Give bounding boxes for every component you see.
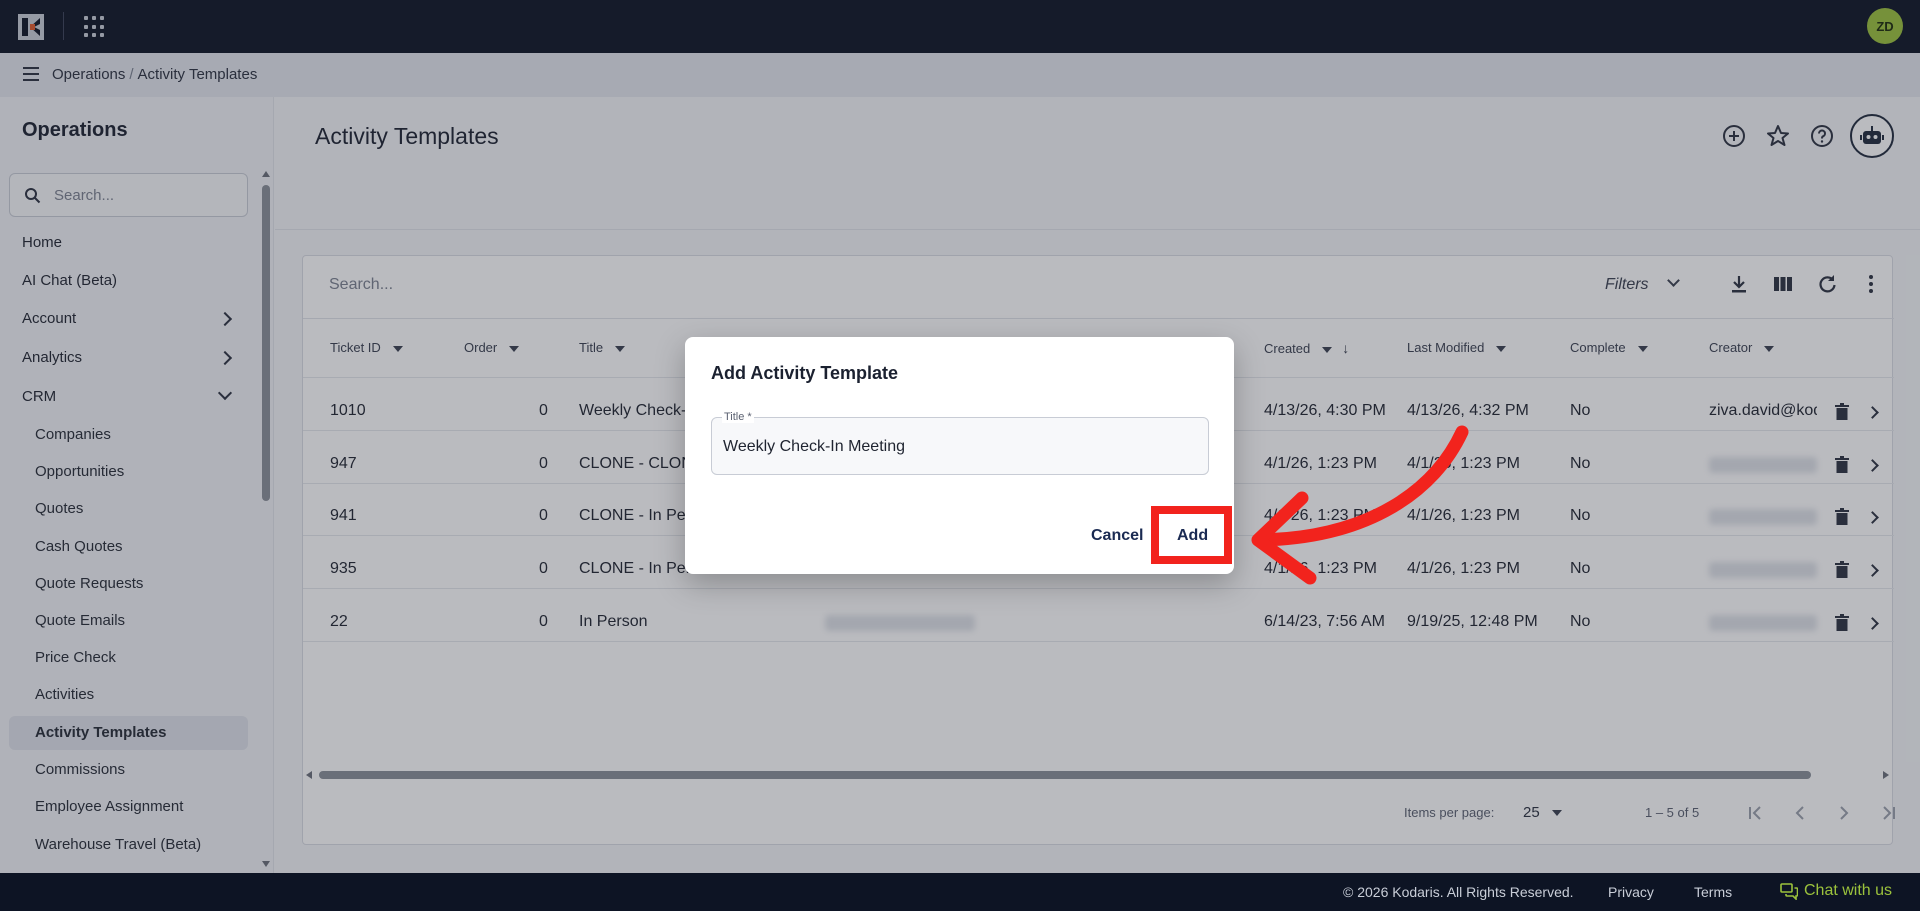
- dialog-title: Add Activity Template: [711, 363, 899, 383]
- title-field-value[interactable]: Weekly Check-In Meeting: [723, 438, 905, 456]
- footer: © 2026 Kodaris. All Rights Reserved. Pri…: [0, 873, 1920, 911]
- footer-terms-link[interactable]: Terms: [1694, 884, 1732, 900]
- add-button-highlight: [1151, 506, 1232, 564]
- cancel-button[interactable]: Cancel: [1091, 527, 1143, 545]
- chat-label: Chat with us: [1804, 882, 1893, 899]
- title-field[interactable]: Title * Weekly Check-In Meeting: [711, 411, 1209, 475]
- chat-icon: [1780, 882, 1798, 900]
- chat-with-us-button[interactable]: Chat with us: [1780, 882, 1892, 900]
- footer-privacy-link[interactable]: Privacy: [1608, 884, 1654, 900]
- title-field-label: Title *: [722, 411, 754, 423]
- pointer-arrow-annotation: [1251, 425, 1469, 585]
- footer-copyright: © 2026 Kodaris. All Rights Reserved.: [1343, 884, 1574, 900]
